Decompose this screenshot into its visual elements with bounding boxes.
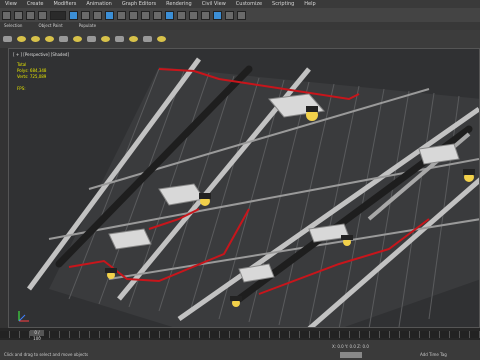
undo-icon[interactable] [2, 10, 11, 20]
cylinder-icon[interactable] [31, 36, 40, 42]
teapot-icon[interactable] [101, 36, 110, 42]
menu-scripting[interactable]: Scripting [267, 0, 299, 8]
stats-polys-value: 684,348 [29, 68, 47, 73]
ribbon-tab-selection[interactable]: Selection [4, 22, 22, 30]
ribbon-tab-object-paint[interactable]: Object Paint [38, 22, 62, 30]
tube-icon[interactable] [143, 36, 152, 42]
viewport-tools-row [0, 30, 480, 48]
rect-select-icon[interactable] [93, 10, 102, 20]
stats-verts-label: Verts: [17, 74, 29, 79]
render-icon[interactable] [237, 10, 246, 20]
select-object-icon[interactable] [69, 10, 78, 20]
move-icon[interactable] [105, 10, 114, 20]
sphere-icon[interactable] [17, 36, 26, 42]
stats-verts: Verts: 725,089 [17, 74, 46, 80]
rotate-icon[interactable] [117, 10, 126, 20]
menu-modifiers[interactable]: Modifiers [49, 0, 82, 8]
menu-civil-view[interactable]: Civil View [197, 0, 231, 8]
menu-graph-editors[interactable]: Graph Editors [117, 0, 161, 8]
pyramid-icon[interactable] [115, 36, 124, 42]
cone-icon[interactable] [59, 36, 68, 42]
unlink-icon[interactable] [38, 10, 47, 20]
status-prompt: Click and drag to select and move object… [4, 352, 89, 357]
torus-icon[interactable] [45, 36, 54, 42]
link-icon[interactable] [26, 10, 35, 20]
selection-filter-dropdown[interactable]: All [50, 10, 66, 28]
fps-label: FPS: [17, 86, 26, 91]
toolrow-icon-1[interactable] [3, 36, 12, 42]
time-slider-frame[interactable]: 0 / 100 [30, 330, 44, 341]
menu-view[interactable]: View [0, 0, 22, 8]
plane-icon[interactable] [87, 36, 96, 42]
mirror-icon[interactable] [165, 10, 174, 20]
stats-verts-value: 725,089 [29, 74, 47, 79]
left-panel-strip [0, 48, 8, 328]
ribbon-tabs: Selection Object Paint Populate [0, 22, 480, 30]
material-editor-icon[interactable] [201, 10, 210, 20]
menu-bar: View Create Modifiers Animation Graph Ed… [0, 0, 480, 8]
track-bar[interactable] [0, 331, 480, 338]
add-time-tag[interactable]: Add Time Tag [420, 352, 447, 357]
snap-icon[interactable] [141, 10, 150, 20]
menu-create[interactable]: Create [22, 0, 49, 8]
ceiling-slab [49, 67, 479, 327]
viewport-label[interactable]: [ + ] [Perspective] [Shaded] [13, 52, 69, 57]
box-icon[interactable] [73, 36, 82, 42]
menu-help[interactable]: Help [299, 0, 320, 8]
auto-key-button[interactable] [340, 352, 362, 358]
menu-animation[interactable]: Animation [81, 0, 117, 8]
redo-icon[interactable] [14, 10, 23, 20]
render-setup-icon[interactable] [213, 10, 222, 20]
perspective-viewport[interactable]: [ + ] [Perspective] [Shaded] Total Polys… [8, 48, 480, 328]
main-toolbar: All [0, 8, 480, 28]
ribbon-tab-populate[interactable]: Populate [79, 22, 96, 30]
angle-snap-icon[interactable] [153, 10, 162, 20]
stats-overlay: Total Polys: 684,348 Verts: 725,089 [17, 62, 46, 80]
align-icon[interactable] [177, 10, 186, 20]
light-icon[interactable] [157, 36, 166, 42]
layer-manager-icon[interactable] [189, 10, 198, 20]
menu-rendering[interactable]: Rendering [161, 0, 197, 8]
scale-icon[interactable] [129, 10, 138, 20]
menu-customize[interactable]: Customize [231, 0, 267, 8]
select-by-name-icon[interactable] [81, 10, 90, 20]
scene-render [18, 57, 479, 327]
coordinate-display[interactable]: X: 0.0 Y: 0.0 Z: 0.0 [332, 344, 369, 349]
stats-polys-label: Polys: [17, 68, 29, 73]
status-bar: Click and drag to select and move object… [0, 340, 480, 360]
geosphere-icon[interactable] [129, 36, 138, 42]
render-frame-icon[interactable] [225, 10, 234, 20]
